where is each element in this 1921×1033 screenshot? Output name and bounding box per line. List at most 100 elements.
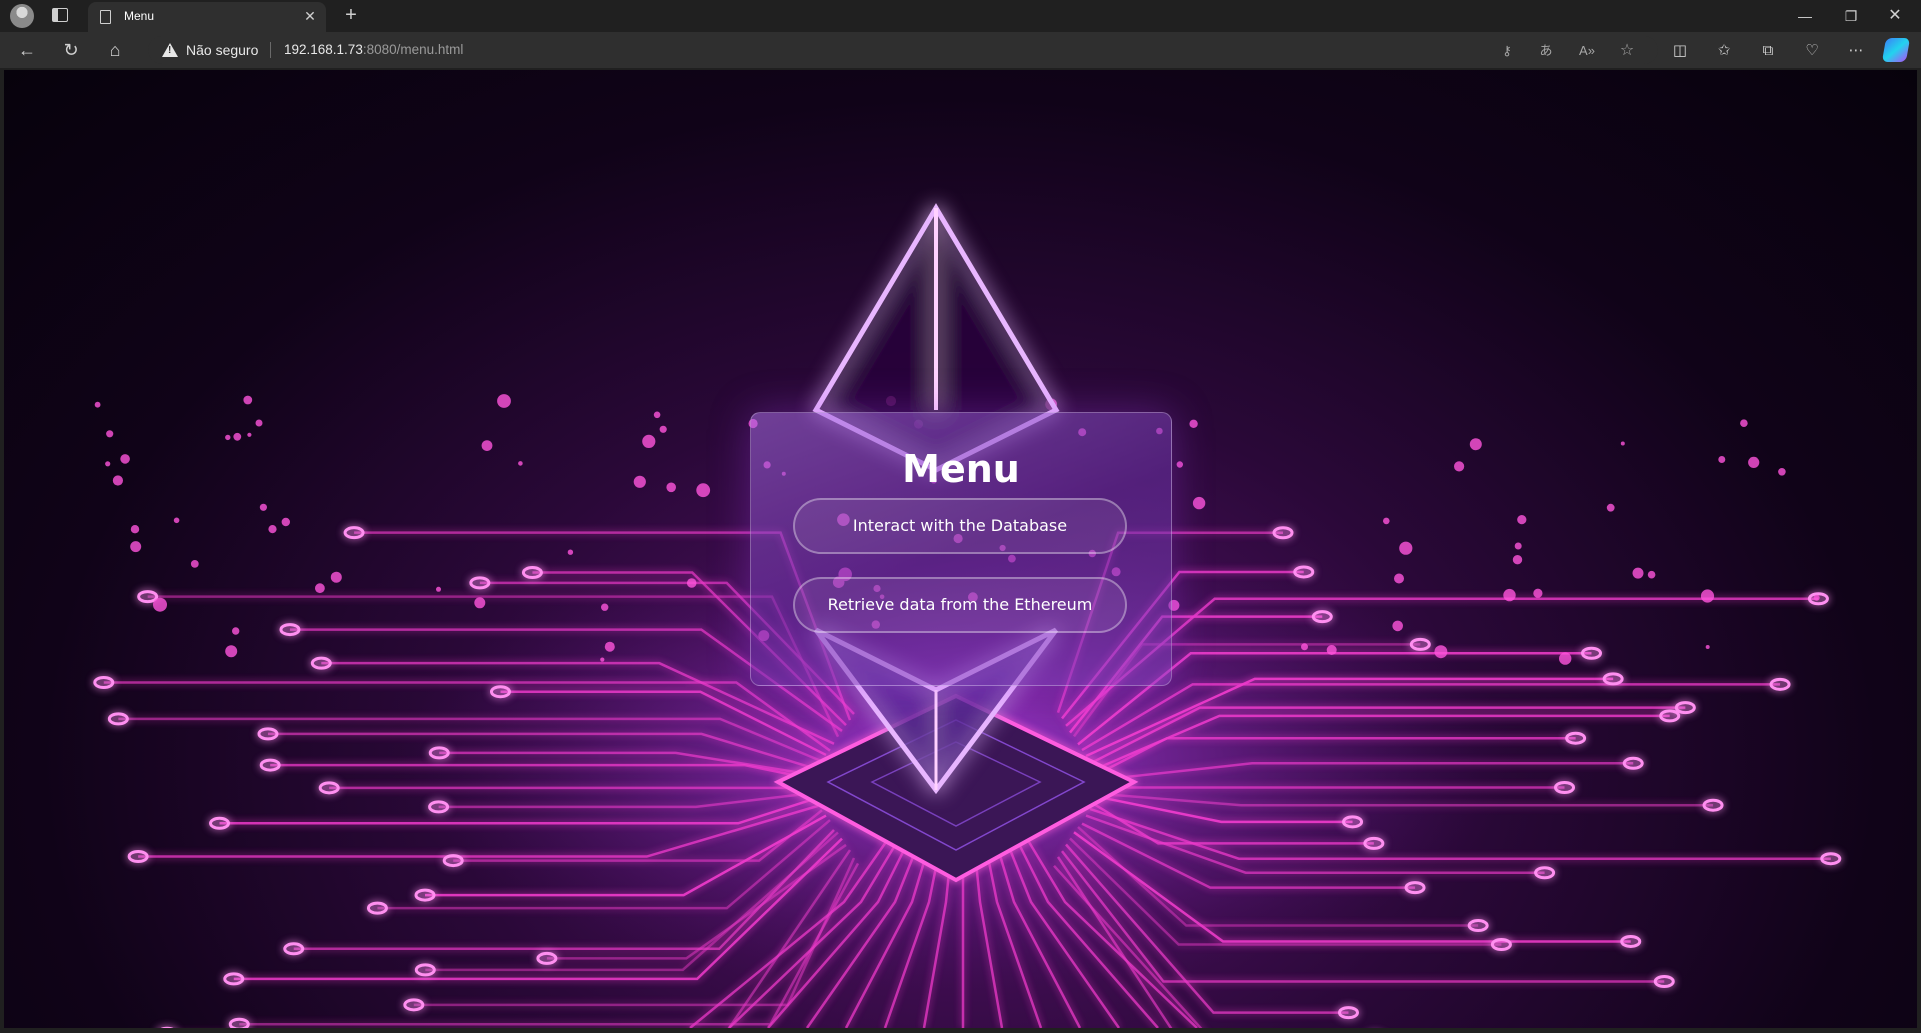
url-text[interactable]: 192.168.1.73:8080/menu.html (284, 42, 463, 57)
glow-dot (1392, 620, 1403, 632)
glow-dot (1606, 503, 1615, 512)
glow-dot (330, 571, 342, 583)
security-label[interactable]: Não seguro (186, 42, 258, 58)
glow-dot (1326, 645, 1337, 655)
title-bar: Menu ✕ + — ❐ ✕ (0, 0, 1921, 32)
glow-dot (233, 432, 242, 441)
translate-icon[interactable]: あ (1537, 42, 1555, 60)
glow-dot (315, 583, 325, 594)
glow-dot (696, 483, 711, 498)
glow-dot (105, 461, 111, 467)
favorite-star-icon[interactable]: ☆ (1618, 42, 1636, 60)
glow-dot (1778, 468, 1786, 476)
collections-icon[interactable]: ⧉ (1757, 40, 1779, 62)
glow-dot (255, 419, 263, 427)
copilot-icon[interactable] (1881, 38, 1911, 62)
reload-icon[interactable]: ↻ (59, 38, 83, 62)
page-viewport: Menu Interact with the Database Retrieve… (4, 70, 1917, 1028)
restore-icon[interactable]: ❐ (1836, 4, 1866, 28)
glow-dot (225, 645, 238, 658)
glow-dot (106, 430, 114, 438)
glow-dot (633, 475, 646, 488)
glow-dot (225, 434, 231, 441)
glow-dot (1700, 589, 1715, 603)
home-icon[interactable]: ⌂ (103, 38, 127, 62)
glow-dot (666, 482, 676, 493)
glow-dot (247, 432, 252, 437)
glow-dot (1189, 419, 1198, 428)
glow-dot (1705, 645, 1710, 649)
glow-dot (497, 394, 511, 408)
split-screen-icon[interactable]: ◫ (1669, 40, 1691, 62)
glow-dot (1514, 542, 1522, 550)
browser-essentials-icon[interactable]: ♡ (1801, 40, 1823, 62)
glow-dot (1301, 643, 1308, 651)
read-aloud-icon[interactable]: A» (1578, 42, 1596, 60)
back-icon[interactable]: ← (15, 38, 39, 62)
glow-dot (1718, 456, 1726, 463)
glow-dot (1647, 570, 1656, 579)
minimize-icon[interactable]: — (1790, 4, 1820, 28)
glow-dot (173, 517, 180, 524)
more-icon[interactable]: ⋯ (1845, 40, 1867, 62)
glow-dot (1434, 645, 1448, 659)
glow-dot (481, 440, 493, 451)
glow-dot (1533, 588, 1543, 598)
glow-dot (474, 597, 486, 609)
glow-dot (601, 603, 609, 611)
glow-dot (1620, 441, 1625, 446)
glow-dot (1383, 517, 1390, 525)
glow-dot (1192, 496, 1206, 510)
plus-icon[interactable]: + (340, 4, 362, 26)
glow-dot (659, 425, 667, 433)
glow-dot (1740, 419, 1748, 428)
favorites-icon[interactable]: ✩ (1713, 40, 1735, 62)
glow-dot (600, 657, 605, 662)
glow-dot (190, 560, 199, 568)
glow-dot (567, 549, 574, 555)
glow-dot (1559, 652, 1572, 665)
retrieve-ethereum-button[interactable]: Retrieve data from the Ethereum (793, 577, 1127, 633)
glow-dot (232, 627, 240, 635)
glow-dot (653, 411, 661, 419)
glow-dot (1469, 438, 1482, 451)
glow-dot (1517, 515, 1527, 525)
address-bar[interactable]: Não seguro 192.168.1.73:8080/menu.html ⚷… (148, 36, 1658, 64)
close-window-icon[interactable]: ✕ (1880, 4, 1910, 28)
glow-dot (1176, 461, 1184, 468)
divider (270, 42, 271, 58)
glow-dot (686, 578, 697, 588)
glow-dot (243, 395, 253, 405)
close-icon[interactable]: ✕ (302, 8, 318, 24)
profile-icon[interactable] (10, 4, 34, 28)
glow-dot (268, 525, 277, 534)
toolbar: ← ↻ ⌂ Não seguro 192.168.1.73:8080/menu.… (0, 32, 1921, 68)
glow-dot (1512, 555, 1523, 565)
browser-window: Menu ✕ + — ❐ ✕ ← ↻ ⌂ Não seguro 192.168.… (0, 0, 1921, 1033)
key-icon[interactable]: ⚷ (1498, 42, 1516, 60)
tab-actions-icon[interactable] (52, 8, 68, 22)
glow-dot (1394, 573, 1404, 584)
interact-database-button[interactable]: Interact with the Database (793, 498, 1127, 554)
glow-dot (436, 586, 441, 592)
glow-dot (1399, 541, 1413, 555)
warning-icon[interactable] (162, 43, 178, 57)
glow-dot (281, 517, 290, 527)
glow-dot (130, 525, 140, 534)
glow-dot (1813, 594, 1820, 601)
menu-title: Menu (902, 447, 1020, 491)
glow-dot (153, 597, 167, 612)
glow-dot (259, 503, 267, 511)
tab-title: Menu (124, 9, 155, 23)
glow-dot (642, 434, 656, 448)
menu-card: Menu Interact with the Database Retrieve… (750, 412, 1172, 686)
glow-dot (1454, 461, 1465, 472)
url-path: :8080/menu.html (362, 42, 464, 57)
glow-dot (1632, 567, 1644, 579)
tab-menu[interactable]: Menu ✕ (88, 2, 326, 32)
glow-dot (130, 541, 142, 553)
glow-dot (1503, 588, 1516, 602)
page-icon (100, 10, 111, 24)
glow-dot (94, 401, 101, 408)
glow-dot (518, 461, 523, 466)
